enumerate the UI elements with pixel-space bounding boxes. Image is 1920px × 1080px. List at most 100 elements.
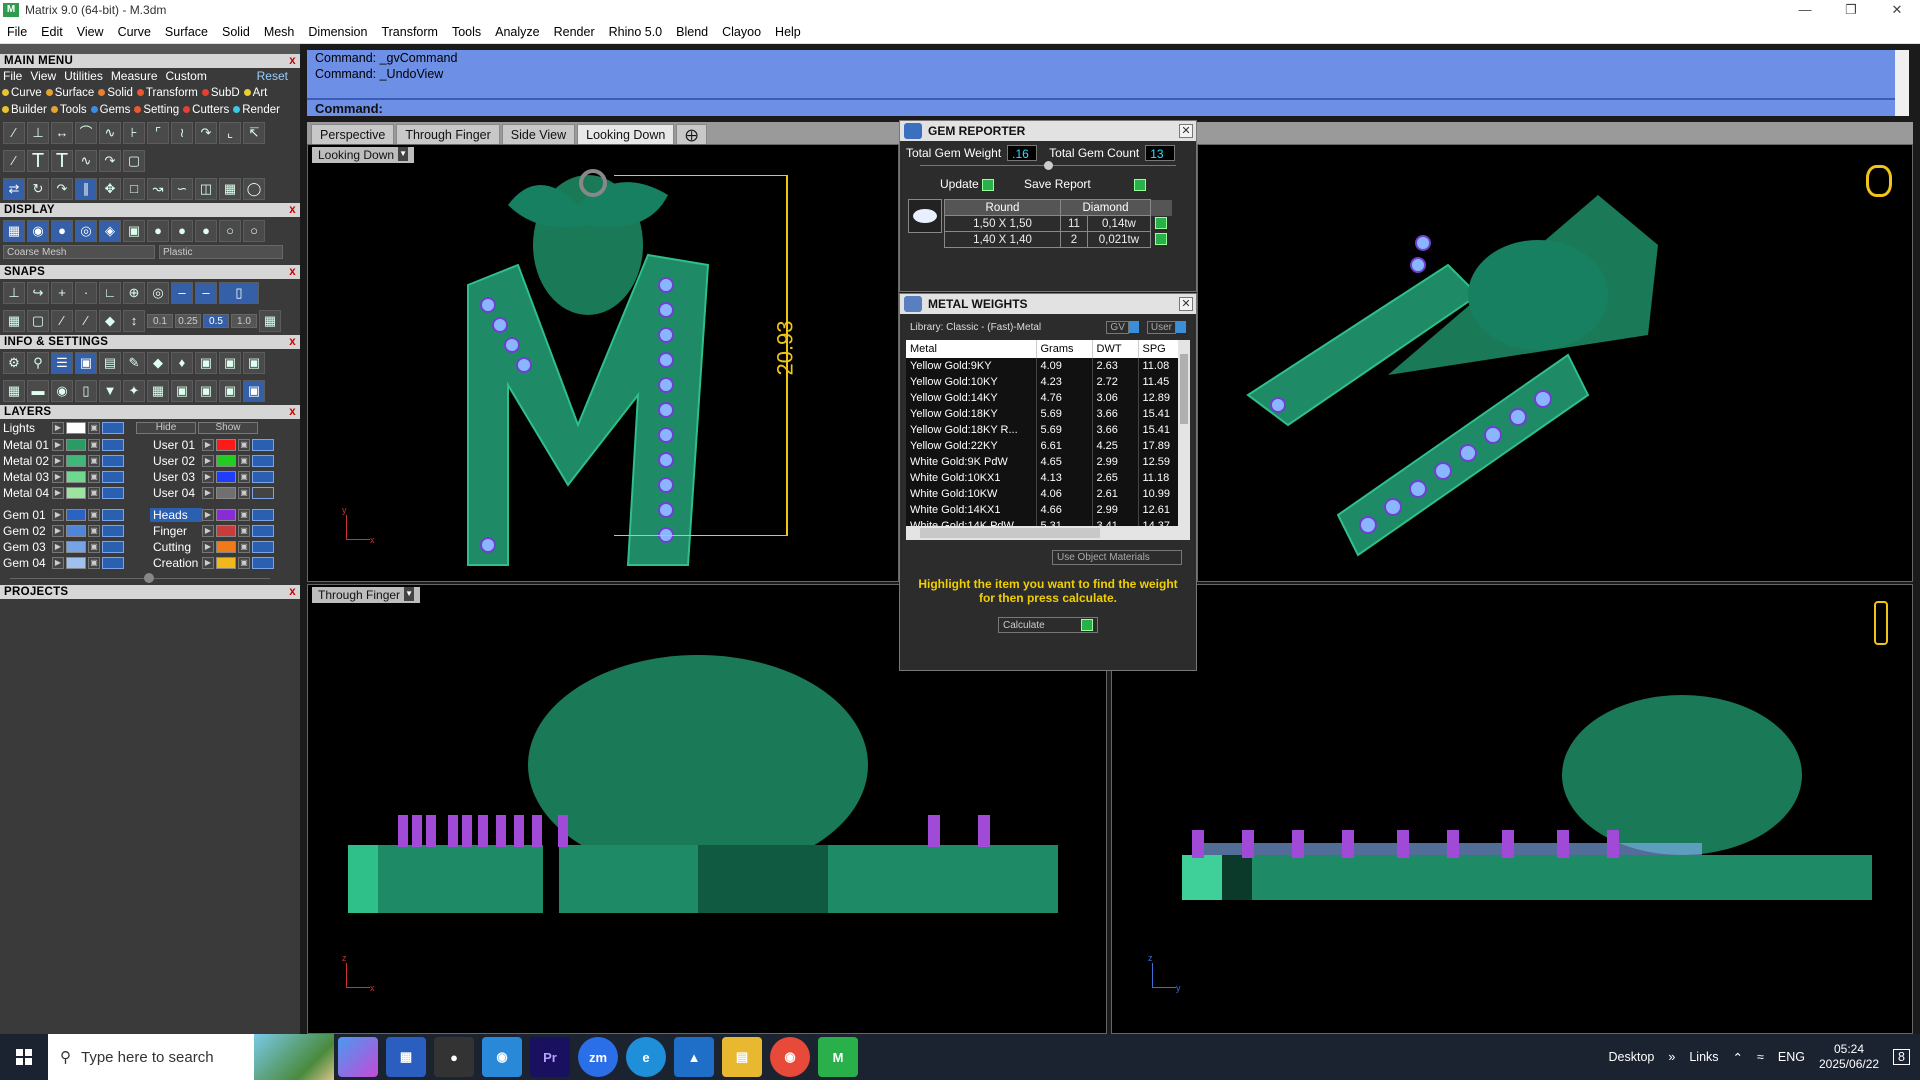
viewport-side-view[interactable]: z y	[1111, 584, 1913, 1034]
layer-color-swatch[interactable]	[216, 541, 236, 553]
layer-expand-icon[interactable]: ▶	[52, 471, 64, 483]
layer-color-swatch[interactable]	[216, 471, 236, 483]
layer-row-metal-03[interactable]: Metal 03 ▶ ▣	[0, 469, 150, 485]
snap-mid-icon[interactable]: ·	[75, 282, 97, 304]
layer-row-gem-03[interactable]: Gem 03 ▶ ▣	[0, 539, 150, 555]
metal-table-vscroll[interactable]	[1178, 340, 1190, 526]
explode-icon[interactable]: ✦	[123, 380, 145, 402]
gem-reporter-titlebar[interactable]: GEM REPORTER ✕	[900, 121, 1196, 141]
layer-visible-chip[interactable]	[102, 557, 124, 569]
layers-icon[interactable]: ☰	[51, 352, 73, 374]
shield-app-icon[interactable]: ▲	[674, 1037, 714, 1077]
extend-tool-icon[interactable]: ↷	[195, 122, 217, 144]
menu-analyze[interactable]: Analyze	[488, 25, 546, 39]
dimension-tool-icon[interactable]: ↔	[51, 122, 73, 144]
layer-row-metal-01[interactable]: Metal 01 ▶ ▣	[0, 437, 150, 453]
add-tab-button[interactable]: ⨁	[676, 124, 707, 144]
layer-expand-icon[interactable]: ▶	[52, 509, 64, 521]
lock-icon[interactable]: ▣	[88, 525, 100, 537]
metal-row[interactable]: Yellow Gold:22KY 6.61 4.25 17.89	[906, 438, 1190, 454]
metal-row[interactable]: White Gold:10KX1 4.13 2.65 11.18	[906, 470, 1190, 486]
layer-row-gem-04[interactable]: Gem 04 ▶ ▣	[0, 555, 150, 571]
metal-row[interactable]: Yellow Gold:18KY 5.69 3.66 15.41	[906, 406, 1190, 422]
grid-size-0-1[interactable]: 0.1	[147, 314, 173, 328]
render-preview-2-icon[interactable]: ▣	[195, 380, 217, 402]
cat-render[interactable]: Render	[233, 102, 280, 119]
snap-perp-icon[interactable]: ∟	[99, 282, 121, 304]
gem-row-1[interactable]: 1,50 X 1,50 11 0,14tw	[944, 215, 1172, 232]
layer-expand-icon[interactable]: ▶	[202, 509, 214, 521]
store-app-icon[interactable]: ▦	[386, 1037, 426, 1077]
chevron-down-icon[interactable]: ▼	[398, 147, 409, 161]
lock-icon[interactable]: ▣	[88, 487, 100, 499]
properties-icon[interactable]: ◆	[147, 352, 169, 374]
fillet-tool-icon[interactable]: ⌞	[219, 122, 241, 144]
tab-perspective[interactable]: Perspective	[311, 124, 395, 144]
grid-toggle-icon[interactable]: ▣	[123, 220, 145, 242]
gem-row-select-icon[interactable]	[1155, 217, 1167, 230]
layer-expand-icon[interactable]: ▶	[202, 487, 214, 499]
rotate-tool-icon[interactable]: ↻	[27, 178, 49, 200]
menu-mesh[interactable]: Mesh	[257, 25, 302, 39]
metal-row[interactable]: White Gold:9K PdW 4.65 2.99 12.59	[906, 454, 1190, 470]
zoom-app-icon[interactable]: zm	[578, 1037, 618, 1077]
lock-icon[interactable]: ▣	[88, 509, 100, 521]
col-grams[interactable]: Grams	[1036, 340, 1093, 358]
command-history[interactable]: Command: _gvCommand Command: _UndoView C…	[307, 50, 1895, 116]
close-icon[interactable]: x	[289, 335, 296, 349]
layer-row-metal-04[interactable]: Metal 04 ▶ ▣	[0, 485, 150, 501]
menu-solid[interactable]: Solid	[215, 25, 257, 39]
layer-visible-chip[interactable]	[102, 525, 124, 537]
view-orientation-icon[interactable]	[1874, 601, 1888, 645]
material-sphere-5-icon[interactable]: ○	[243, 220, 265, 242]
grid-snap-icon[interactable]: ▦	[3, 310, 25, 332]
sketch-tool-icon[interactable]: ∕	[3, 150, 25, 172]
snap-ortho-icon[interactable]: ▯	[219, 282, 259, 304]
lock-icon[interactable]: ▣	[238, 541, 250, 553]
orient-tool-icon[interactable]: ↝	[147, 178, 169, 200]
rendered-icon[interactable]: ●	[51, 220, 73, 242]
clock[interactable]: 05:24 2025/06/22	[1819, 1042, 1879, 1072]
mesh-quality-select[interactable]: Coarse Mesh	[3, 245, 155, 259]
layer-color-swatch[interactable]	[66, 541, 86, 553]
mm-tab-view[interactable]: View	[30, 68, 56, 85]
material-sphere-2-icon[interactable]: ●	[171, 220, 193, 242]
metal-table-hscroll[interactable]	[906, 526, 1190, 540]
layer-row-heads[interactable]: Heads ▶ ▣	[150, 507, 300, 523]
snap-int-icon[interactable]: –	[195, 282, 217, 304]
array-tool-icon[interactable]: ∥	[75, 178, 97, 200]
lock-icon[interactable]: ▣	[88, 422, 100, 434]
mm-tab-utilities[interactable]: Utilities	[64, 68, 103, 85]
metal-weight-icon[interactable]: ▣	[219, 352, 241, 374]
mm-tab-custom[interactable]: Custom	[166, 68, 207, 85]
main-menu-header[interactable]: MAIN MENU x	[0, 54, 300, 68]
command-prompt[interactable]: Command:	[307, 98, 1895, 116]
metal-row[interactable]: Yellow Gold:10KY 4.23 2.72 11.45	[906, 374, 1190, 390]
viewport-looking-down[interactable]: Looking Down ▼ 20.93 y x	[307, 144, 899, 582]
document-icon[interactable]: ▤	[99, 352, 121, 374]
material-select[interactable]: Plastic	[159, 245, 283, 259]
gumball-icon[interactable]: ◆	[99, 310, 121, 332]
twist-tool-icon[interactable]: ◫	[195, 178, 217, 200]
layer-expand-icon[interactable]: ▶	[202, 541, 214, 553]
layer-color-swatch[interactable]	[216, 439, 236, 451]
layer-row-metal-02[interactable]: Metal 02 ▶ ▣	[0, 453, 150, 469]
cat-solid[interactable]: Solid	[98, 85, 133, 102]
cat-setting[interactable]: Setting	[134, 102, 179, 119]
layer-row-user-03[interactable]: User 03 ▶ ▣	[150, 469, 300, 485]
layer-color-swatch[interactable]	[66, 422, 86, 434]
lock-icon[interactable]: ▣	[88, 439, 100, 451]
gv-toggle[interactable]: GV	[1106, 320, 1129, 334]
metal-row[interactable]: Yellow Gold:9KY 4.09 2.63 11.08	[906, 358, 1190, 374]
layers-header[interactable]: LAYERS x	[0, 405, 300, 419]
layer-expand-icon[interactable]: ▶	[52, 557, 64, 569]
viewport-label[interactable]: Through Finger ▼	[312, 587, 421, 603]
browser-app-icon[interactable]: ◉	[482, 1037, 522, 1077]
lock-icon[interactable]: ▣	[238, 455, 250, 467]
layer-visible-chip[interactable]	[102, 541, 124, 553]
cat-tools[interactable]: Tools	[50, 102, 87, 119]
layer-row-user-04[interactable]: User 04 ▶ ▣	[150, 485, 300, 501]
wireframe-icon[interactable]: ▦	[3, 220, 25, 242]
chevron-up-icon[interactable]: ⌃	[1733, 1050, 1743, 1065]
menu-blend[interactable]: Blend	[669, 25, 715, 39]
